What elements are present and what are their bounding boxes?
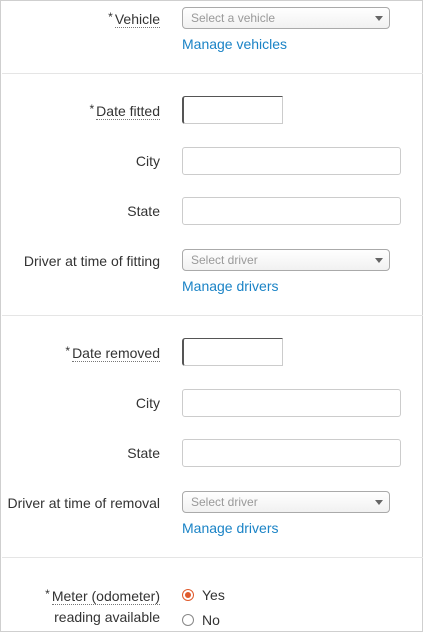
- vehicle-label-text: Vehicle: [114, 11, 160, 28]
- radio-selected-icon[interactable]: [182, 589, 194, 601]
- date-removed-input[interactable]: [182, 338, 283, 366]
- manage-vehicles-link[interactable]: Manage vehicles: [182, 35, 287, 53]
- fitting-state-label: State: [127, 203, 160, 219]
- removal-driver-select[interactable]: Select driver: [182, 491, 390, 513]
- section-divider: [2, 315, 423, 316]
- meter-label-line2: reading available: [54, 609, 160, 625]
- removal-driver-label: Driver at time of removal: [7, 495, 160, 511]
- date-removed-label-text: Date removed: [72, 345, 160, 362]
- fitting-state-input[interactable]: [182, 197, 401, 225]
- chevron-down-icon: [375, 258, 383, 263]
- vehicle-label: * Vehicle: [108, 9, 160, 30]
- date-fitted-input[interactable]: [182, 96, 283, 124]
- meter-option-no-label: No: [202, 612, 220, 628]
- manage-drivers-link-removal[interactable]: Manage drivers: [182, 519, 279, 537]
- removal-city-input[interactable]: [182, 389, 401, 417]
- required-mark: *: [108, 10, 113, 24]
- chevron-down-icon: [375, 16, 383, 21]
- removal-state-input[interactable]: [182, 439, 401, 467]
- chevron-down-icon: [375, 500, 383, 505]
- vehicle-select-placeholder: Select a vehicle: [191, 11, 276, 25]
- fitting-driver-placeholder: Select driver: [191, 253, 258, 267]
- vehicle-select[interactable]: Select a vehicle: [182, 7, 390, 29]
- manage-drivers-link-fitting[interactable]: Manage drivers: [182, 277, 279, 295]
- required-mark: *: [65, 344, 71, 358]
- removal-state-label: State: [127, 445, 160, 461]
- fitting-driver-select[interactable]: Select driver: [182, 249, 390, 271]
- meter-option-yes-label: Yes: [202, 587, 225, 603]
- meter-label: * Meter (odometer) reading available: [45, 586, 160, 627]
- date-fitted-label-text: Date fitted: [96, 103, 160, 120]
- meter-label-line1: Meter (odometer): [51, 588, 160, 605]
- fitting-city-label: City: [135, 153, 160, 169]
- date-fitted-label: * Date fitted: [89, 101, 160, 122]
- date-removed-label: * Date removed: [65, 343, 160, 364]
- radio-unselected-icon[interactable]: [182, 614, 194, 626]
- fitting-driver-label: Driver at time of fitting: [23, 253, 160, 269]
- section-divider: [2, 557, 423, 558]
- removal-city-label: City: [135, 395, 160, 411]
- section-divider: [2, 73, 423, 74]
- form-panel: * Vehicle Select a vehicle Manage vehicle…: [0, 0, 423, 632]
- required-mark: *: [89, 102, 95, 116]
- fitting-city-input[interactable]: [182, 147, 401, 175]
- removal-driver-placeholder: Select driver: [191, 495, 258, 509]
- required-mark: *: [45, 587, 50, 601]
